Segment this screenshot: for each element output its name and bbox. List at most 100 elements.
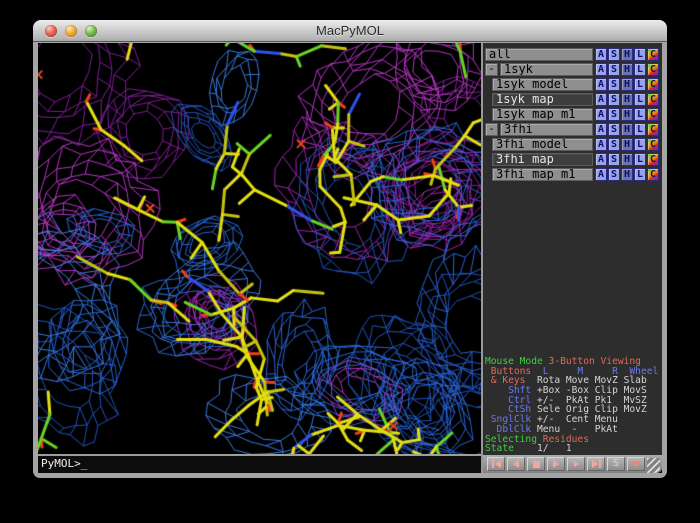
object-name-1syk_map[interactable]: 1syk_map — [492, 93, 593, 106]
object-row-1syk_model: 1syk_modelASHLC — [485, 78, 659, 91]
a-button-1syk[interactable]: A — [595, 63, 607, 76]
s-button-1syk_map[interactable]: S — [608, 93, 620, 106]
molecule-viewport[interactable] — [38, 43, 481, 454]
s-button-1syk_model[interactable]: S — [608, 78, 620, 91]
resize-grip-icon[interactable] — [647, 458, 660, 473]
play-button[interactable] — [547, 457, 565, 471]
action-buttons-3fhi_model: ASHLC — [595, 138, 659, 151]
step-forward-button[interactable] — [567, 457, 585, 471]
collapse-toggle-3fhi[interactable]: - — [485, 123, 498, 136]
object-list: allASHLC-1sykASHLC1syk_modelASHLC1syk_ma… — [483, 43, 662, 181]
action-buttons-3fhi: ASHLC — [595, 123, 659, 136]
object-row-1syk_map: 1syk_mapASHLC — [485, 93, 659, 106]
l-button-1syk_map_m1[interactable]: L — [634, 108, 646, 121]
s-button-1syk[interactable]: S — [608, 63, 620, 76]
skip-to-start-button[interactable] — [487, 457, 505, 471]
action-buttons-1syk_map_m1: ASHLC — [595, 108, 659, 121]
c-button-3fhi[interactable]: C — [647, 123, 659, 136]
mouse-panel-line-9[interactable]: State 1/ 1 — [485, 444, 658, 454]
step-back-button[interactable] — [507, 457, 525, 471]
h-button-3fhi_map_m1[interactable]: H — [621, 168, 633, 181]
skip-to-end-button[interactable] — [587, 457, 605, 471]
down-triangle-icon — [631, 461, 641, 467]
object-name-1syk_model[interactable]: 1syk_model — [492, 78, 593, 91]
stop-square-icon — [533, 461, 540, 468]
c-button-3fhi_map[interactable]: C — [647, 153, 659, 166]
object-row-3fhi_map: 3fhi_mapASHLC — [485, 153, 659, 166]
titlebar[interactable]: MacPyMOL — [33, 20, 667, 42]
screen: MacPyMOL PyMOL>_ allASHLC-1sykASHLC1syk_… — [0, 0, 700, 523]
left-triangle-icon — [495, 460, 501, 468]
c-button-all[interactable]: C — [647, 48, 659, 61]
h-button-1syk[interactable]: H — [621, 63, 633, 76]
c-button-1syk[interactable]: C — [647, 63, 659, 76]
legend-text: 1/ 1 — [514, 443, 572, 454]
a-button-3fhi[interactable]: A — [595, 123, 607, 136]
l-button-3fhi_map_m1[interactable]: L — [634, 168, 646, 181]
object-name-1syk[interactable]: 1syk — [500, 63, 593, 76]
a-button-all[interactable]: A — [595, 48, 607, 61]
s-button-3fhi_map[interactable]: S — [608, 153, 620, 166]
h-button-1syk_map_m1[interactable]: H — [621, 108, 633, 121]
minimize-button[interactable] — [65, 25, 77, 37]
l-button-3fhi_map[interactable]: L — [634, 153, 646, 166]
control-panel: allASHLC-1sykASHLC1syk_modelASHLC1syk_ma… — [481, 43, 662, 455]
right-triangle-icon — [592, 460, 598, 468]
object-row-3fhi: -3fhiASHLC — [485, 123, 659, 136]
a-button-3fhi_map[interactable]: A — [595, 153, 607, 166]
zoom-button[interactable] — [85, 25, 97, 37]
action-buttons-3fhi_map_m1: ASHLC — [595, 168, 659, 181]
a-button-1syk_model[interactable]: A — [595, 78, 607, 91]
a-button-1syk_map[interactable]: A — [595, 93, 607, 106]
object-row-1syk: -1sykASHLC — [485, 63, 659, 76]
action-buttons-1syk_model: ASHLC — [595, 78, 659, 91]
mouse-mode-panel: Mouse Mode 3-Button Viewing Buttons L M … — [485, 357, 658, 454]
object-row-all: allASHLC — [485, 48, 659, 61]
c-button-3fhi_map_m1[interactable]: C — [647, 168, 659, 181]
traffic-lights — [45, 25, 97, 37]
h-button-3fhi_model[interactable]: H — [621, 138, 633, 151]
bar-icon — [492, 460, 494, 468]
command-prompt: PyMOL>_ — [38, 456, 481, 472]
h-button-1syk_map[interactable]: H — [621, 93, 633, 106]
l-button-1syk_map[interactable]: L — [634, 93, 646, 106]
s-button-3fhi_map_m1[interactable]: S — [608, 168, 620, 181]
c-button-1syk_map[interactable]: C — [647, 93, 659, 106]
l-button-1syk[interactable]: L — [634, 63, 646, 76]
close-button[interactable] — [45, 25, 57, 37]
object-name-all[interactable]: all — [485, 48, 593, 61]
l-button-all[interactable]: L — [634, 48, 646, 61]
action-buttons-1syk: ASHLC — [595, 63, 659, 76]
c-button-1syk_map_m1[interactable]: C — [647, 108, 659, 121]
object-name-3fhi_model[interactable]: 3fhi_model — [492, 138, 593, 151]
h-button-3fhi_map[interactable]: H — [621, 153, 633, 166]
a-button-3fhi_model[interactable]: A — [595, 138, 607, 151]
s-button-3fhi_model[interactable]: S — [608, 138, 620, 151]
l-button-3fhi_model[interactable]: L — [634, 138, 646, 151]
h-button-3fhi[interactable]: H — [621, 123, 633, 136]
h-button-1syk_model[interactable]: H — [621, 78, 633, 91]
c-button-3fhi_model[interactable]: C — [647, 138, 659, 151]
collapse-toggle-1syk[interactable]: - — [485, 63, 498, 76]
s-button-1syk_map_m1[interactable]: S — [608, 108, 620, 121]
object-name-3fhi_map[interactable]: 3fhi_map — [492, 153, 593, 166]
command-line[interactable]: PyMOL>_ — [38, 454, 481, 473]
stop-button[interactable] — [527, 457, 545, 471]
action-buttons-3fhi_map: ASHLC — [595, 153, 659, 166]
text-cursor: _ — [81, 457, 88, 470]
l-button-3fhi[interactable]: L — [634, 123, 646, 136]
scene-button[interactable]: S — [607, 457, 625, 471]
menu-button[interactable] — [627, 457, 645, 471]
s-button-all[interactable]: S — [608, 48, 620, 61]
object-name-1syk_map_m1[interactable]: 1syk_map_m1 — [492, 108, 593, 121]
a-button-1syk_map_m1[interactable]: A — [595, 108, 607, 121]
s-button-3fhi[interactable]: S — [608, 123, 620, 136]
object-name-3fhi_map_m1[interactable]: 3fhi_map_m1 — [492, 168, 593, 181]
h-button-all[interactable]: H — [621, 48, 633, 61]
object-name-3fhi[interactable]: 3fhi — [500, 123, 593, 136]
l-button-1syk_model[interactable]: L — [634, 78, 646, 91]
a-button-3fhi_map_m1[interactable]: A — [595, 168, 607, 181]
action-buttons-1syk_map: ASHLC — [595, 93, 659, 106]
window-content: PyMOL>_ allASHLC-1sykASHLC1syk_modelASHL… — [38, 43, 662, 473]
c-button-1syk_model[interactable]: C — [647, 78, 659, 91]
